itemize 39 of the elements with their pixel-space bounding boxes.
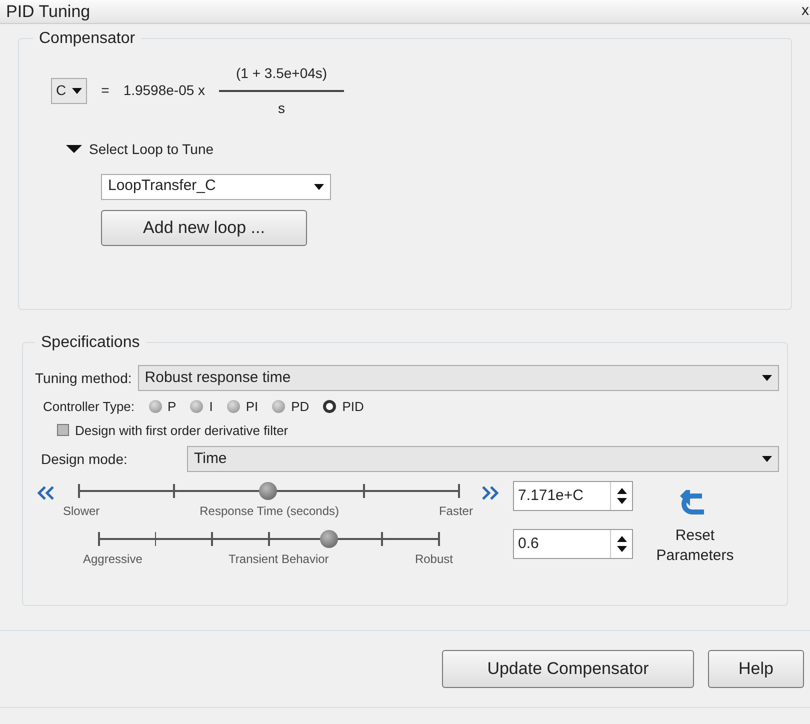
slider-max-label: Faster [438,503,473,520]
window-title: PID Tuning [6,0,90,23]
close-button[interactable]: x [802,0,810,23]
slider-thumb[interactable] [259,482,277,500]
radio-option[interactable]: PID [323,397,364,416]
slider-min-label: Aggressive [83,551,142,568]
field-label: Tuning method: [35,368,132,388]
expanded-triangle-icon[interactable] [65,144,83,154]
equals-sign: = [101,81,110,100]
radio-option[interactable]: P [148,397,176,416]
dropdown-arrow-icon [314,184,324,190]
numerator: (1 + 3.5e+04s) [236,64,328,83]
slider-min-label: Slower [63,503,100,520]
radio-option[interactable]: PD [272,397,310,416]
dropdown-arrow-icon [72,88,82,94]
dropdown-arrow-icon [762,456,772,462]
denominator: s [278,98,286,118]
loop-dropdown[interactable]: LoopTransfer_C [101,174,331,200]
gain-value: 1.9598e-05 x [123,81,206,100]
field-label: Controller Type: [43,398,135,416]
radio-option[interactable]: PI [226,397,258,416]
add-loop-button[interactable]: Add new loop ... [101,210,307,246]
value-spin-field[interactable]: 7.171e+C [513,481,633,511]
value-spin-field[interactable]: 0.6 [513,529,633,559]
reset-parameters-button[interactable]: Reset Parameters [645,490,745,568]
design-mode-dropdown[interactable]: Time [187,446,779,472]
field-label: Design mode: [41,450,128,469]
radio-option[interactable]: I [190,397,213,416]
slider-title: Transient Behavior [228,551,329,568]
slider-max-label: Robust [414,551,453,568]
dialog-button[interactable]: Update Compensator [442,650,694,688]
section-label: Select Loop to Tune [89,140,214,159]
tuning-method-dropdown[interactable]: Robust response time [138,365,779,391]
slider-thumb[interactable] [320,530,338,548]
compensator-dropdown[interactable]: C [51,78,88,104]
dialog-button[interactable]: Help [708,650,804,688]
derivative-filter-checkbox[interactable]: Design with first order derivative filter [23,420,779,440]
dropdown-arrow-icon [762,375,772,381]
slider-title: Response Time (seconds) [200,503,340,520]
